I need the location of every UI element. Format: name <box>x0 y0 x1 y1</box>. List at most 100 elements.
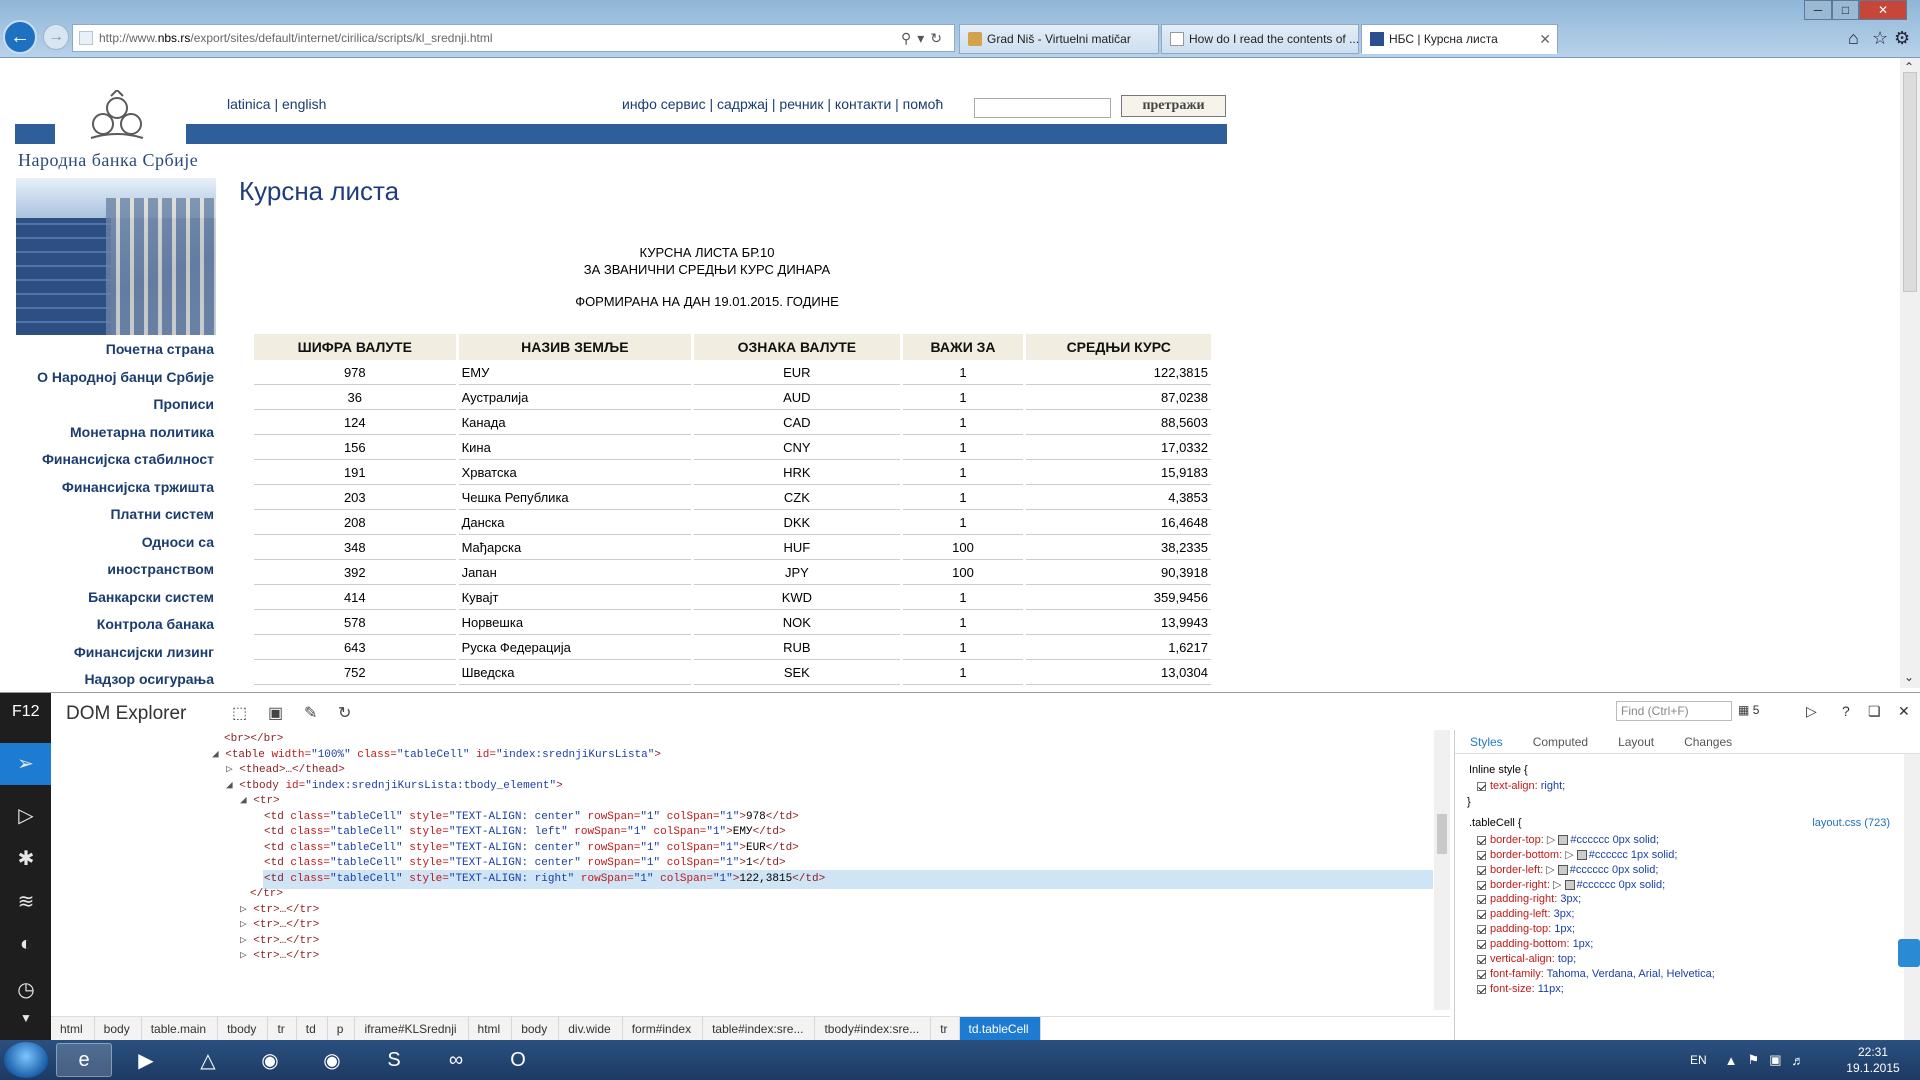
sidebar-nav-item[interactable]: Финансијска тржишта <box>10 474 214 502</box>
dom-line[interactable]: <td class="tableCell" style="TEXT-ALIGN:… <box>263 869 1433 889</box>
expand-toggle-icon[interactable]: ◢ <box>240 795 247 807</box>
breadcrumb-item[interactable]: body <box>512 1017 560 1040</box>
scrollbar-thumb[interactable] <box>1437 814 1447 854</box>
address-tools[interactable]: ⚲▾↻ <box>901 30 954 47</box>
feedback-icon[interactable] <box>1898 939 1920 967</box>
volume-icon[interactable]: ♬ <box>1792 1053 1805 1068</box>
color-picker-icon[interactable]: ✎ <box>304 703 317 723</box>
color-swatch[interactable] <box>1557 865 1568 876</box>
expand-toggle-icon[interactable]: ▷ <box>240 935 247 947</box>
sidebar-nav-item[interactable]: Банкарски систем <box>10 584 214 612</box>
checkbox-icon[interactable] <box>1477 924 1486 934</box>
checkbox-icon[interactable] <box>1477 880 1486 890</box>
expand-toggle-icon[interactable]: ▷ <box>1546 864 1558 876</box>
bank-logo-text[interactable]: Народна банка Србије <box>18 150 198 171</box>
checkbox-icon[interactable] <box>1477 939 1486 949</box>
css-property[interactable]: vertical-align: top; <box>1477 953 1576 965</box>
sidebar-nav-item[interactable]: Финансијска стабилност <box>10 446 214 474</box>
color-swatch[interactable] <box>1558 835 1569 846</box>
styles-scrollbar[interactable] <box>1904 754 1920 1041</box>
css-property[interactable]: border-left: ▷ #cccccc 0px solid; <box>1477 863 1658 876</box>
dropdown-icon[interactable]: ▾ <box>917 30 930 46</box>
close-icon[interactable]: ✕ <box>1898 703 1910 720</box>
forward-button[interactable]: → <box>43 24 69 50</box>
browser-tab[interactable]: How do I read the contents of ... <box>1161 24 1359 54</box>
sidebar-nav-item[interactable]: О Народној банци Србије <box>10 364 214 392</box>
sidebar-nav-item[interactable]: Надзор осигурања <box>10 666 214 688</box>
checkbox-icon[interactable] <box>1477 894 1486 904</box>
color-swatch[interactable] <box>1576 850 1587 861</box>
chevron-down-icon[interactable]: ▼ <box>11 1011 41 1037</box>
breadcrumb-item[interactable]: table#index:sre... <box>703 1017 816 1040</box>
breadcrumb-item[interactable]: tr <box>931 1017 960 1040</box>
taskbar-ie-icon[interactable]: e <box>56 1043 112 1077</box>
expand-toggle-icon[interactable]: ▷ <box>1565 849 1577 861</box>
css-property[interactable]: border-bottom: ▷ #cccccc 1px solid; <box>1477 848 1677 861</box>
language-indicator[interactable]: EN <box>1690 1053 1707 1067</box>
dom-explorer-icon[interactable]: ➢ <box>0 743 51 785</box>
breadcrumb-item[interactable]: tr <box>268 1017 297 1040</box>
expand-toggle-icon[interactable]: ▷ <box>240 919 247 931</box>
tray-arrow-icon[interactable]: ▲ <box>1725 1053 1738 1068</box>
maximize-button[interactable]: □ <box>1832 0 1859 20</box>
tab-changes[interactable]: Changes <box>1669 730 1747 753</box>
search-input[interactable] <box>974 98 1111 118</box>
css-property[interactable]: font-family: Tahoma, Verdana, Arial, Hel… <box>1477 968 1715 980</box>
checkbox-icon[interactable] <box>1477 969 1486 979</box>
css-property[interactable]: border-top: ▷ #cccccc 0px solid; <box>1477 833 1659 846</box>
checkbox-icon[interactable] <box>1477 984 1486 994</box>
console-toggle-icon[interactable]: ▷ <box>1806 703 1817 720</box>
refresh-icon[interactable]: ↻ <box>930 30 948 46</box>
help-icon[interactable]: ? <box>1842 703 1850 719</box>
expand-toggle-icon[interactable]: ▷ <box>240 904 247 916</box>
breadcrumb-item[interactable]: html <box>51 1017 95 1040</box>
memory-icon[interactable]: ◷ <box>11 977 41 1003</box>
dom-line[interactable]: ▷ <tr>…</tr> <box>240 947 319 966</box>
breadcrumb-item[interactable]: iframe#KLSrednji <box>355 1017 469 1040</box>
gear-icon[interactable]: ⚙ <box>1894 28 1910 49</box>
collapse-toggle-icon[interactable]: ◢ <box>212 749 225 761</box>
tab-computed[interactable]: Computed <box>1518 730 1603 753</box>
sidebar-nav-item[interactable]: Финансијски лизинг <box>10 639 214 667</box>
page-scrollbar[interactable]: ⌃ ⌄ <box>1900 58 1920 688</box>
breadcrumb-item[interactable]: html <box>468 1017 513 1040</box>
css-property[interactable]: padding-bottom: 1px; <box>1477 938 1593 950</box>
css-property[interactable]: padding-top: 1px; <box>1477 923 1575 935</box>
checkbox-icon[interactable] <box>1477 835 1486 845</box>
css-property[interactable]: padding-left: 3px; <box>1477 908 1574 920</box>
taskbar-network-icon[interactable]: △ <box>180 1043 236 1077</box>
sidebar-nav-item[interactable]: Платни систем <box>10 501 214 529</box>
close-window-button[interactable]: ✕ <box>1859 0 1907 20</box>
performance-icon[interactable]: ◐ <box>11 933 41 959</box>
breadcrumb-item[interactable]: table.main <box>141 1017 219 1040</box>
breadcrumb-item[interactable]: td.tableCell <box>959 1017 1041 1040</box>
taskbar-chrome-icon[interactable]: ◉ <box>242 1043 298 1077</box>
checkbox-icon[interactable] <box>1477 781 1486 791</box>
breadcrumb-item[interactable]: body <box>94 1017 142 1040</box>
flag-icon[interactable]: ⚑ <box>1748 1052 1760 1068</box>
checkbox-icon[interactable] <box>1477 954 1486 964</box>
top-menu[interactable]: инфо сервис | садржај | речник | контакт… <box>622 96 943 112</box>
taskbar-firefox-icon[interactable]: ◉ <box>304 1043 360 1077</box>
css-property[interactable]: border-right: ▷ #cccccc 0px solid; <box>1477 878 1665 891</box>
taskbar-visual-studio-icon[interactable]: ∞ <box>428 1043 484 1077</box>
search-button[interactable]: претражи <box>1121 95 1226 117</box>
css-property[interactable]: text-align: right; <box>1477 780 1565 792</box>
checkbox-icon[interactable] <box>1477 850 1486 860</box>
browser-tab-active[interactable]: НБС | Курсна листа ✕ <box>1361 24 1558 54</box>
checkbox-icon[interactable] <box>1477 909 1486 919</box>
address-bar[interactable]: http://www.nbs.rs/export/sites/default/i… <box>72 24 955 52</box>
breadcrumb-item[interactable]: td <box>296 1017 328 1040</box>
color-swatch[interactable] <box>1564 880 1575 891</box>
css-property[interactable]: padding-right: 3px; <box>1477 893 1581 905</box>
clock[interactable]: 22:31 19.1.2015 <box>1842 1044 1904 1076</box>
sidebar-nav-item[interactable]: Прописи <box>10 391 214 419</box>
highlight-icon[interactable]: ▣ <box>268 703 283 723</box>
taskbar-outlook-icon[interactable]: O <box>490 1043 546 1077</box>
undock-icon[interactable]: ❏ <box>1868 703 1881 720</box>
sidebar-nav-item[interactable]: Односи са <box>10 529 214 557</box>
breadcrumb-item[interactable]: tbody <box>218 1017 269 1040</box>
start-button[interactable] <box>4 1042 48 1078</box>
checkbox-icon[interactable] <box>1477 865 1486 875</box>
sidebar-nav-item[interactable]: иностранством <box>10 556 214 584</box>
